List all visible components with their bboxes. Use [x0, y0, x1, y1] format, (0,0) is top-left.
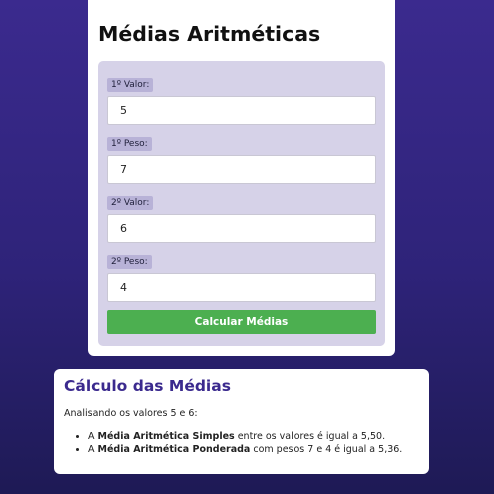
result-prefix: A: [88, 431, 98, 442]
value1-label: 1º Valor:: [107, 78, 154, 92]
weight2-label: 2º Peso:: [107, 255, 152, 269]
simple-average-text: entre os valores é igual a 5,50.: [234, 431, 386, 442]
results-intro: Analisando os valores 5 e 6:: [64, 408, 198, 419]
weight2-input[interactable]: [107, 273, 376, 302]
weighted-average-term: Média Aritmética Ponderada: [97, 444, 251, 455]
value2-label: 2º Valor:: [107, 196, 154, 210]
weighted-average-result: A Média Aritmética Ponderada com pesos 7…: [88, 443, 402, 456]
value2-input[interactable]: [107, 214, 376, 243]
weight1-input[interactable]: [107, 155, 376, 184]
calculate-button[interactable]: Calcular Médias: [107, 310, 376, 334]
value1-input[interactable]: [107, 96, 376, 125]
results-list: A Média Aritmética Simples entre os valo…: [64, 430, 402, 456]
simple-average-result: A Média Aritmética Simples entre os valo…: [88, 430, 402, 443]
calculator-card: Médias Aritméticas 1º Valor: 1º Peso: 2º…: [88, 0, 395, 356]
weighted-average-text: com pesos 7 e 4 é igual a 5,36.: [250, 444, 403, 455]
averages-form: 1º Valor: 1º Peso: 2º Valor: 2º Peso: Ca…: [98, 61, 385, 346]
results-card: Cálculo das Médias Analisando os valores…: [54, 369, 429, 474]
page-title: Médias Aritméticas: [98, 22, 321, 46]
result-prefix: A: [88, 444, 98, 455]
simple-average-term: Média Aritmética Simples: [97, 431, 235, 442]
weight1-label: 1º Peso:: [107, 137, 152, 151]
results-title: Cálculo das Médias: [64, 377, 231, 395]
